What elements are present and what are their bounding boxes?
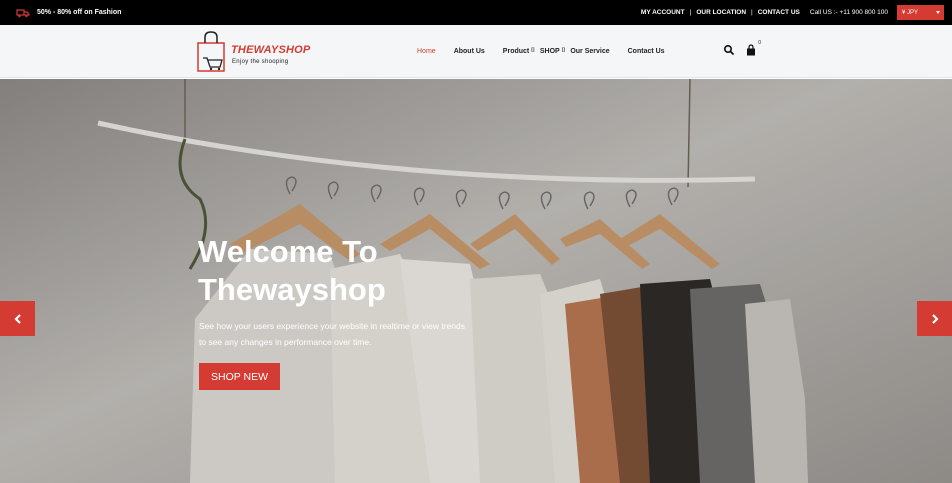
top-bar: 50% - 80% off on Fashion MY ACCOUNT | OU… bbox=[0, 0, 952, 25]
slider-prev-button[interactable] bbox=[0, 301, 35, 336]
hero-title-line-2: Thewayshop bbox=[198, 272, 386, 307]
search-button[interactable] bbox=[723, 43, 735, 56]
shop-new-button[interactable]: SHOP NEW bbox=[199, 363, 280, 390]
top-links: MY ACCOUNT | OUR LOCATION | CONTACT US C… bbox=[641, 0, 888, 25]
separator: | bbox=[689, 9, 692, 16]
truck-icon bbox=[16, 8, 30, 17]
chevron-right-icon bbox=[931, 313, 939, 324]
nav-product[interactable]: Product ⌷ bbox=[503, 48, 535, 55]
shopping-bag-icon bbox=[197, 31, 225, 72]
search-icon bbox=[723, 44, 735, 56]
hero-title: Welcome To Thewayshop bbox=[198, 233, 386, 309]
main-nav: Home About Us Product ⌷ SHOP ⌷ Our Servi… bbox=[417, 25, 683, 78]
nav-about[interactable]: About Us bbox=[454, 48, 485, 55]
dropdown-icon: ⌷ bbox=[531, 48, 535, 54]
promo-text: 50% - 80% off on Fashion bbox=[37, 9, 122, 16]
chevron-left-icon bbox=[13, 313, 21, 324]
header-icons: 0 bbox=[723, 40, 767, 56]
logo[interactable]: THEWAYSHOP Enjoy the shooping bbox=[196, 31, 310, 73]
cart-button[interactable]: 0 bbox=[745, 40, 761, 56]
hero-background-image bbox=[0, 79, 952, 483]
hero-description: See how your users experience your websi… bbox=[199, 321, 465, 347]
nav-home[interactable]: Home bbox=[417, 48, 436, 55]
currency-select[interactable]: ¥ JPY bbox=[897, 5, 944, 20]
cart-count-badge: 0 bbox=[758, 40, 761, 46]
logo-title: THEWAYSHOP bbox=[231, 44, 311, 56]
currency-value: ¥ JPY bbox=[902, 9, 919, 16]
nav-shop[interactable]: SHOP ⌷ bbox=[540, 48, 565, 55]
dropdown-icon: ⌷ bbox=[561, 48, 566, 54]
nav-service[interactable]: Our Service bbox=[570, 48, 609, 55]
our-location-link[interactable]: OUR LOCATION bbox=[696, 9, 746, 16]
header: THEWAYSHOP Enjoy the shooping Home About… bbox=[0, 25, 952, 78]
my-account-link[interactable]: MY ACCOUNT bbox=[641, 9, 685, 16]
contact-us-link[interactable]: CONTACT US bbox=[758, 9, 800, 16]
hero-slider: Welcome To Thewayshop See how your users… bbox=[0, 79, 952, 483]
nav-product-label: Product bbox=[502, 48, 530, 55]
separator: | bbox=[751, 9, 753, 16]
promo: 50% - 80% off on Fashion bbox=[16, 0, 121, 25]
nav-contact[interactable]: Contact Us bbox=[628, 48, 665, 55]
shopping-bag-icon bbox=[747, 44, 755, 56]
hero-title-line-1: Welcome To bbox=[198, 234, 378, 269]
logo-subtitle: Enjoy the shooping bbox=[232, 59, 289, 65]
call-number: Call US :- +11 900 800 100 bbox=[809, 9, 888, 16]
chevron-down-icon bbox=[936, 11, 940, 14]
nav-shop-label: SHOP bbox=[539, 48, 560, 55]
slider-next-button[interactable] bbox=[917, 301, 952, 336]
